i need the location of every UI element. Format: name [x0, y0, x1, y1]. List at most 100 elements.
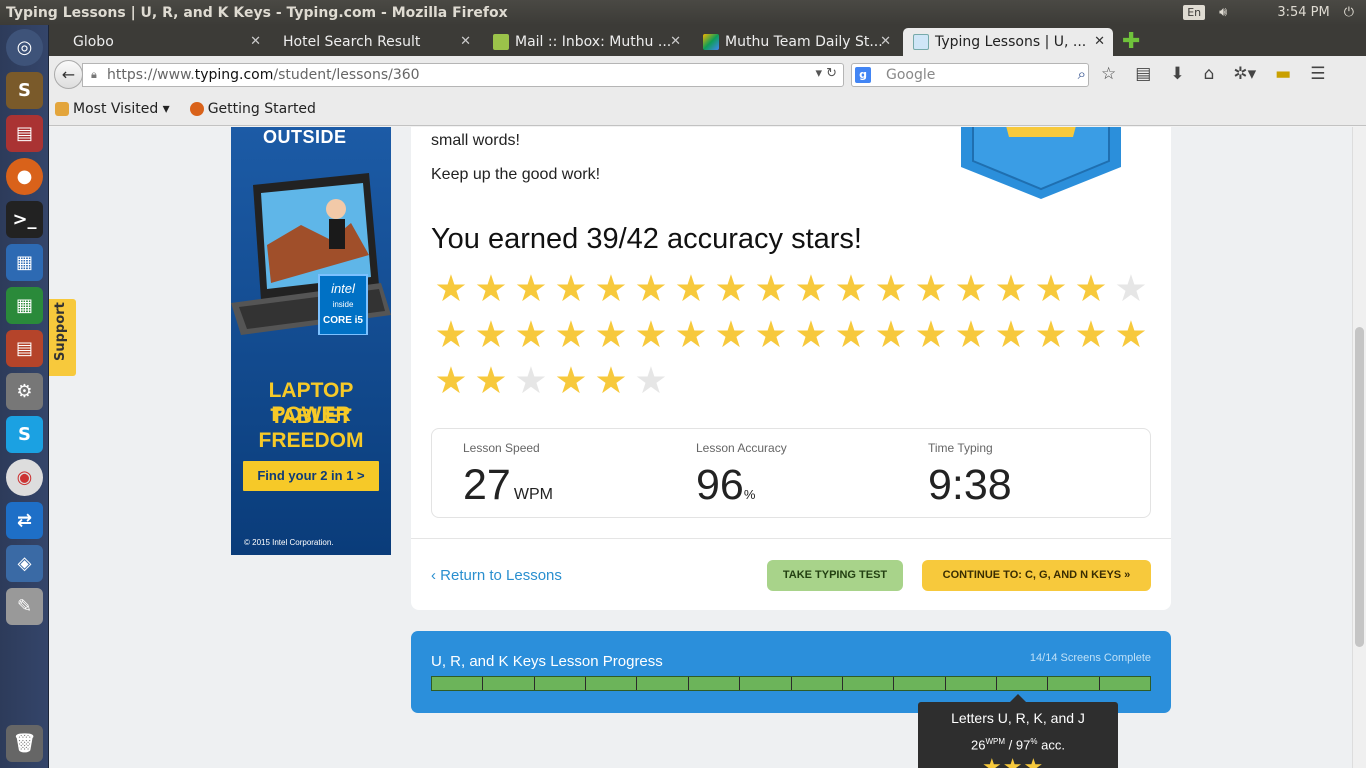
tab-hotel-search[interactable]: Hotel Search Result ✕ — [273, 28, 479, 56]
progress-screen-segment[interactable] — [740, 677, 792, 690]
progress-screen-segment[interactable] — [1048, 677, 1100, 690]
url-path: /student/lessons/360 — [273, 67, 420, 83]
stat-value: 96 — [696, 461, 744, 509]
star-earned-icon: ★ — [434, 359, 468, 402]
back-button[interactable]: ← — [54, 60, 83, 89]
search-icon[interactable]: ⌕ — [1078, 65, 1086, 83]
sublime-text-icon[interactable]: S — [6, 72, 43, 109]
terminal-icon[interactable]: >_ — [6, 201, 43, 238]
tooltip-separator: / — [1005, 737, 1016, 753]
tooltip-stats: 26WPM / 97% acc. — [918, 737, 1118, 752]
page-scrollbar[interactable] — [1352, 127, 1366, 768]
tab-label: Muthu Team Daily St... — [725, 34, 883, 50]
new-tab-icon[interactable]: ✚ — [1122, 29, 1140, 54]
scrollbar-thumb[interactable] — [1355, 327, 1364, 647]
star-earned-icon: ★ — [554, 313, 588, 356]
progress-screen-segment[interactable] — [843, 677, 895, 690]
continue-button[interactable]: CONTINUE TO: C, G, AND N KEYS » — [922, 560, 1151, 591]
return-to-lessons-link[interactable]: ‹ Return to Lessons — [431, 567, 562, 584]
reload-icon[interactable]: ▾ ↻ — [815, 66, 837, 81]
stat-label: Lesson Accuracy — [696, 441, 787, 455]
settings-icon[interactable]: ⚙ — [6, 373, 43, 410]
star-earned-icon: ★ — [794, 313, 828, 356]
star-earned-icon: ★ — [674, 313, 708, 356]
writer-icon[interactable]: ▦ — [6, 244, 43, 281]
result-text-line1: small words! — [431, 132, 520, 149]
search-bar[interactable]: g Google ⌕ — [851, 63, 1089, 87]
progress-screen-segment[interactable] — [535, 677, 587, 690]
power-icon[interactable]: ⏻ — [1344, 5, 1354, 20]
getting-started-bookmark[interactable]: Getting Started — [189, 101, 316, 117]
progress-screen-segment[interactable] — [946, 677, 997, 690]
star-earned-icon: ★ — [514, 267, 548, 310]
close-icon[interactable]: ✕ — [1094, 34, 1105, 49]
star-earned-icon: ★ — [1034, 313, 1068, 356]
star-earned-icon: ★ — [954, 267, 988, 310]
progress-screen-segment[interactable] — [792, 677, 843, 690]
dash-icon[interactable]: ◎ — [6, 29, 43, 66]
calc-icon[interactable]: ▦ — [6, 287, 43, 324]
search-placeholder: Google — [886, 67, 936, 83]
teamviewer-icon[interactable]: ⇄ — [6, 502, 43, 539]
addon-icon[interactable]: ▬ — [1275, 64, 1291, 84]
close-icon[interactable]: ✕ — [670, 34, 681, 49]
mysql-workbench-icon[interactable]: ◈ — [6, 545, 43, 582]
mail-favicon-icon — [493, 34, 509, 50]
star-earned-icon: ★ — [794, 267, 828, 310]
bookmark-star-icon[interactable]: ☆ — [1101, 64, 1116, 84]
volume-icon[interactable]: 🔊︎ — [1219, 5, 1227, 20]
reading-list-icon[interactable]: ▤ — [1135, 64, 1151, 84]
progress-screen-segment[interactable] — [689, 677, 741, 690]
tab-drive[interactable]: Muthu Team Daily St... ✕ — [693, 28, 899, 56]
menu-icon[interactable]: ☰ — [1310, 64, 1325, 84]
progress-screen-segment[interactable] — [637, 677, 689, 690]
firefox-icon[interactable]: ● — [6, 158, 43, 195]
progress-screen-segment[interactable] — [432, 677, 484, 690]
clock[interactable]: 3:54 PM — [1277, 5, 1329, 20]
bookmarks-bar: Most Visited ▾ Getting Started — [49, 93, 1366, 126]
chrome-icon[interactable]: ◉ — [6, 459, 43, 496]
chip-model: CORE i5 — [323, 315, 363, 326]
close-icon[interactable]: ✕ — [880, 34, 891, 49]
progress-screen-segment[interactable] — [483, 677, 535, 690]
star-earned-icon: ★ — [434, 267, 468, 310]
star-earned-icon: ★ — [874, 313, 908, 356]
star-earned-icon: ★ — [1074, 267, 1108, 310]
extension-icon[interactable]: ✲▾ — [1233, 64, 1256, 84]
most-visited-bookmark[interactable]: Most Visited ▾ — [55, 101, 170, 117]
skype-icon[interactable]: S — [6, 416, 43, 453]
stat-accuracy: Lesson Accuracy 96% — [696, 441, 787, 510]
close-icon[interactable]: ✕ — [250, 34, 261, 49]
text-editor-icon[interactable]: ✎ — [6, 588, 43, 625]
window-title: Typing Lessons | U, R, and K Keys - Typi… — [6, 4, 508, 21]
ubuntu-launcher: ◎ S ▤ ● >_ ▦ ▦ ▤ ⚙ S ◉ ⇄ ◈ ✎ 🗑︎ — [0, 25, 49, 768]
impress-icon[interactable]: ▤ — [6, 330, 43, 367]
tooltip-arrow — [1010, 694, 1026, 702]
progress-screen-segment[interactable] — [1100, 677, 1150, 690]
star-earned-icon: ★ — [754, 313, 788, 356]
stat-value: 9:38 — [928, 461, 1012, 509]
files-icon[interactable]: ▤ — [6, 115, 43, 152]
support-label: Support — [53, 302, 68, 361]
progress-screen-segment[interactable] — [997, 677, 1049, 690]
result-text-line2: Keep up the good work! — [431, 166, 601, 183]
home-icon[interactable]: ⌂ — [1204, 64, 1215, 84]
tab-globo[interactable]: Globo ✕ — [63, 28, 269, 56]
progress-screen-segment[interactable] — [586, 677, 638, 690]
stat-label: Lesson Speed — [463, 441, 540, 455]
google-engine-icon[interactable]: g — [855, 67, 871, 83]
progress-screen-segment[interactable] — [894, 677, 946, 690]
tab-label: Typing Lessons | U, ... — [935, 34, 1087, 50]
tab-typing-lessons[interactable]: Typing Lessons | U, ... ✕ — [903, 28, 1113, 56]
trash-icon[interactable]: 🗑︎ — [6, 725, 43, 762]
take-typing-test-button[interactable]: TAKE TYPING TEST — [767, 560, 903, 591]
close-icon[interactable]: ✕ — [460, 34, 471, 49]
intel-ad-banner[interactable]: OUTSIDE intel inside CORE i5 LAPTOP POWE… — [231, 127, 391, 555]
support-tab[interactable]: Support — [49, 299, 76, 376]
download-icon[interactable]: ⬇ — [1170, 64, 1184, 84]
ad-cta-button[interactable]: Find your 2 in 1 > — [243, 461, 379, 491]
tab-mail[interactable]: Mail :: Inbox: Muthu ... ✕ — [483, 28, 689, 56]
url-bar[interactable]: 🔒︎ https://www. typing.com/student/lesson… — [82, 63, 844, 87]
keyboard-indicator[interactable]: En — [1183, 5, 1206, 20]
star-earned-icon: ★ — [594, 359, 628, 402]
